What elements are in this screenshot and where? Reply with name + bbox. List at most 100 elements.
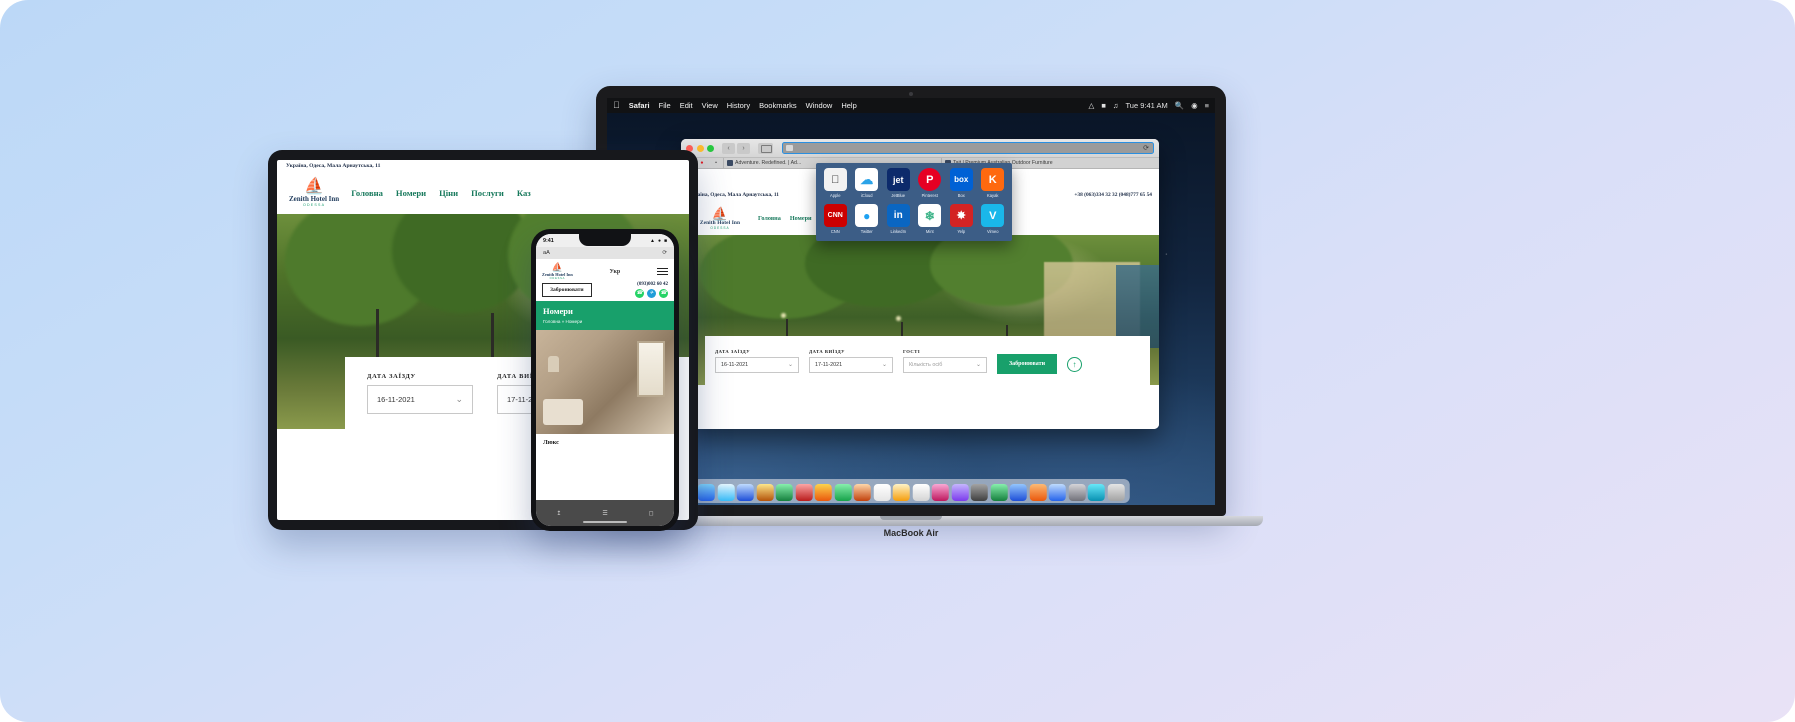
mobile-book-button[interactable]: Забронювати <box>542 283 592 297</box>
menu-item-window[interactable]: Window <box>806 101 833 110</box>
nav-item-home[interactable]: Головна <box>351 188 383 198</box>
address-bar[interactable]: ⟳ <box>782 142 1154 154</box>
checkin-input[interactable]: 16-11-2021 ⌄ <box>367 384 473 414</box>
text-size-button[interactable]: aA <box>543 250 550 256</box>
favorite-linkedin[interactable]: in LinkedIn <box>883 204 914 238</box>
battery-icon[interactable]: ■ <box>1101 101 1106 110</box>
tablet-site-nav[interactable]: Головна Номери Ціни Послуги Каз <box>351 188 531 198</box>
nav-item-prices[interactable]: Ціни <box>439 188 458 198</box>
dock-notes-icon[interactable] <box>892 484 910 501</box>
dock-photos-icon[interactable] <box>795 484 813 501</box>
dock-pages-icon[interactable] <box>1029 484 1047 501</box>
viber-icon[interactable]: ☎ <box>659 289 668 298</box>
telegram-icon[interactable]: ✈ <box>647 289 656 298</box>
dock-photos2-icon[interactable] <box>814 484 832 501</box>
menu-item-safari[interactable]: Safari <box>629 101 650 110</box>
dock-appstore-icon[interactable] <box>1048 484 1066 501</box>
wifi-icon[interactable]: △ <box>1089 101 1095 110</box>
menu-item-view[interactable]: View <box>702 101 718 110</box>
checkin-field[interactable]: ДАТА ЗАЇЗДУ 16-11-2021 ⌄ <box>367 373 473 414</box>
nav-item-services[interactable]: Послуги <box>471 188 504 198</box>
tablet-site-logo[interactable]: ⛵ Zenith Hotel Inn ODESSA <box>289 178 339 207</box>
guests-field[interactable]: ГОСТІ Кількість осіб ⌄ <box>903 349 987 373</box>
dock-messages-icon[interactable] <box>834 484 852 501</box>
menu-item-history[interactable]: History <box>727 101 750 110</box>
dock-preferences-icon[interactable] <box>1068 484 1086 501</box>
nav-item-home[interactable]: Головна <box>758 215 781 222</box>
dock-maps-icon[interactable] <box>775 484 793 501</box>
favorite-apple[interactable]:  Apple <box>820 168 851 202</box>
zoom-icon[interactable] <box>707 144 714 152</box>
favorite-icloud[interactable]: ☁ iCloud <box>852 168 883 202</box>
dock-screenshot-icon[interactable] <box>1087 484 1105 501</box>
menu-item-bookmarks[interactable]: Bookmarks <box>759 101 797 110</box>
favorite-jetblue[interactable]: jet JetBlue <box>883 168 914 202</box>
checkin-field[interactable]: ДАТА ЗАЇЗДУ 16-11-2021 ⌄ <box>715 349 799 373</box>
chevron-down-icon[interactable]: ⌄ <box>788 361 793 368</box>
apple-menu-icon[interactable]:  <box>613 101 620 110</box>
language-switcher[interactable]: Укр <box>610 269 621 275</box>
dock-keynote-icon[interactable] <box>1009 484 1027 501</box>
chevron-down-icon[interactable]: ⌄ <box>455 394 463 405</box>
share-icon[interactable]: ↥ <box>556 510 561 517</box>
mobile-social-links[interactable]: ☎ ✈ ☎ <box>635 289 668 298</box>
site-phones[interactable]: +38 (063)334 32 32 (048)777 65 54 <box>1074 192 1152 198</box>
phone-safari-bar[interactable]: aA ⟳ <box>536 247 674 259</box>
checkin-input[interactable]: 16-11-2021 ⌄ <box>715 356 799 373</box>
macos-menubar[interactable]:  Safari File Edit View History Bookmark… <box>607 98 1215 113</box>
dock-numbers-icon[interactable] <box>990 484 1008 501</box>
forward-button[interactable]: › <box>737 142 750 154</box>
info-icon[interactable]: ↑ <box>1067 356 1083 372</box>
reload-icon[interactable]: ⟳ <box>662 250 667 256</box>
pinned-tab-pin-icon[interactable]: ▪ <box>709 160 723 166</box>
dock-finder-icon[interactable] <box>697 484 715 501</box>
dock-tv-icon[interactable] <box>970 484 988 501</box>
volume-icon[interactable]: ♫ <box>1113 101 1119 110</box>
favorite-vimeo[interactable]: V Vimeo <box>978 204 1009 238</box>
favorite-mint[interactable]: ❄ Mint <box>915 204 946 238</box>
nav-item-rooms[interactable]: Номери <box>396 188 426 198</box>
favorite-pinterest[interactable]: P Pinterest <box>915 168 946 202</box>
dock-calendar-icon[interactable] <box>873 484 891 501</box>
back-button[interactable]: ‹ <box>722 142 735 154</box>
chevron-down-icon[interactable]: ⌄ <box>976 361 981 368</box>
sidebar-icon[interactable] <box>758 142 773 154</box>
siri-icon[interactable]: ◉ <box>1191 101 1198 110</box>
guests-select[interactable]: Кількість осіб ⌄ <box>903 356 987 373</box>
control-center-icon[interactable]: ≡ <box>1205 101 1209 110</box>
nav-buttons[interactable]: ‹ › <box>722 142 750 154</box>
chevron-down-icon[interactable]: ⌄ <box>882 361 887 368</box>
mobile-phone-number[interactable]: (093)002 60 42 <box>635 282 668 287</box>
dock-trash-icon[interactable] <box>1107 484 1125 501</box>
macos-dock[interactable] <box>692 479 1130 503</box>
checkout-input[interactable]: 17-11-2021 ⌄ <box>809 356 893 373</box>
whatsapp-icon[interactable]: ☎ <box>635 289 644 298</box>
dock-music-icon[interactable] <box>931 484 949 501</box>
hamburger-menu-icon[interactable] <box>657 267 668 276</box>
dock-safari-icon[interactable] <box>717 484 735 501</box>
menu-item-edit[interactable]: Edit <box>680 101 693 110</box>
nav-item-rooms[interactable]: Номери <box>790 215 812 222</box>
favorite-kayak[interactable]: K Kayak <box>978 168 1009 202</box>
favorite-twitter[interactable]: ● Twitter <box>852 204 883 238</box>
favorite-yelp[interactable]: ✸ Yelp <box>946 204 977 238</box>
search-icon[interactable]: 🔍 <box>1175 101 1184 110</box>
site-logo[interactable]: ⛵ Zenith Hotel Inn ODESSA <box>689 207 751 230</box>
dock-mail-icon[interactable] <box>736 484 754 501</box>
booking-submit-button[interactable]: Забронювати <box>997 354 1058 374</box>
dock-reminders-icon[interactable] <box>912 484 930 501</box>
breadcrumb[interactable]: Головна » Номери <box>543 319 667 324</box>
checkout-field[interactable]: ДАТА ВИЇЗДУ 17-11-2021 ⌄ <box>809 349 893 373</box>
mobile-site-logo[interactable]: ⛵ Zenith Hotel Inn ODESSA <box>542 263 573 281</box>
book-icon[interactable]: ☰ <box>602 510 607 517</box>
favorite-cnn[interactable]: CNN CNN <box>820 204 851 238</box>
nav-item-casino[interactable]: Каз <box>517 188 531 198</box>
tabs-icon[interactable]: ◻ <box>649 510 654 517</box>
menubar-status-area[interactable]: △ ■ ♫ Tue 9:41 AM 🔍 ◉ ≡ <box>1089 101 1209 110</box>
dock-podcast-icon[interactable] <box>951 484 969 501</box>
menubar-clock[interactable]: Tue 9:41 AM <box>1125 101 1167 110</box>
reload-icon[interactable]: ⟳ <box>1143 144 1149 152</box>
booking-widget-laptop[interactable]: ДАТА ЗАЇЗДУ 16-11-2021 ⌄ ДАТА ВИЇЗДУ 17-… <box>705 336 1150 385</box>
dock-contacts-icon[interactable] <box>756 484 774 501</box>
room-photo[interactable] <box>536 330 674 434</box>
